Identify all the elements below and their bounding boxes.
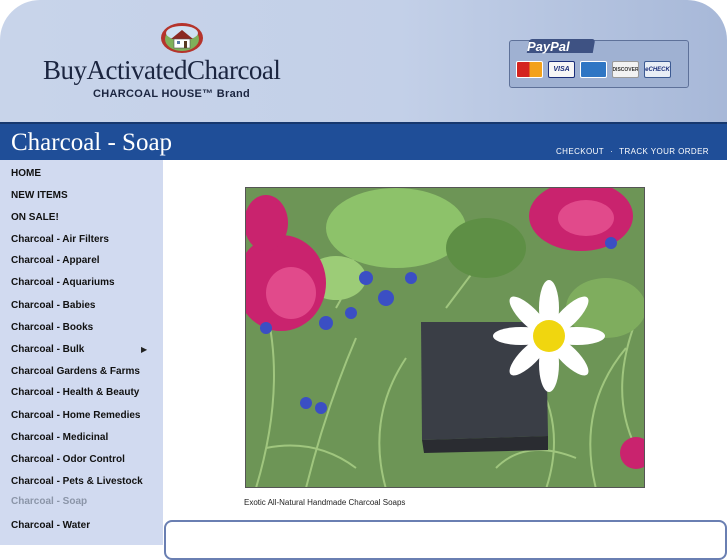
nav-item-pets-livestock[interactable]: Charcoal - Pets & Livestock bbox=[11, 476, 143, 487]
brand-name[interactable]: BuyActivatedCharcoal bbox=[43, 55, 281, 86]
nav-item-water[interactable]: Charcoal - Water bbox=[11, 520, 90, 531]
nav-item-medicinal[interactable]: Charcoal - Medicinal bbox=[11, 432, 108, 443]
nav-item-air-filters[interactable]: Charcoal - Air Filters bbox=[11, 234, 109, 245]
brand-subtitle: CHARCOAL HOUSE™ Brand bbox=[93, 88, 251, 100]
nav-item-books[interactable]: Charcoal - Books bbox=[11, 322, 93, 333]
checkout-link[interactable]: CHECKOUT bbox=[556, 147, 604, 156]
content-panel bbox=[164, 520, 727, 560]
nav-item-odor-control[interactable]: Charcoal - Odor Control bbox=[11, 454, 125, 465]
nav-item-aquariums[interactable]: Charcoal - Aquariums bbox=[11, 277, 115, 288]
nav-item-soap[interactable]: Charcoal - Soap bbox=[11, 496, 87, 507]
page-title: Charcoal - Soap bbox=[11, 129, 173, 156]
nav-item-home-remedies[interactable]: Charcoal - Home Remedies bbox=[11, 410, 141, 421]
link-separator: · bbox=[610, 147, 614, 156]
amex-icon bbox=[580, 61, 607, 78]
nav-item-babies[interactable]: Charcoal - Babies bbox=[11, 300, 95, 311]
nav-item-on-sale[interactable]: ON SALE! bbox=[11, 212, 59, 223]
soap-flowers-image bbox=[246, 188, 644, 487]
site-header: BuyActivatedCharcoal CHARCOAL HOUSE™ Bra… bbox=[0, 0, 727, 122]
echeck-icon: eCHECK bbox=[644, 61, 671, 78]
visa-icon: VISA bbox=[548, 61, 575, 78]
track-order-link[interactable]: TRACK YOUR ORDER bbox=[619, 147, 709, 156]
discover-icon: DISCOVER bbox=[612, 61, 639, 78]
submenu-arrow-icon[interactable]: ▶ bbox=[141, 345, 147, 354]
nav-item-home[interactable]: HOME bbox=[11, 168, 41, 179]
paypal-badge: PayPal VISA DISCOVER eCHECK bbox=[509, 39, 689, 88]
payment-cards: VISA DISCOVER eCHECK bbox=[516, 61, 671, 78]
house-logo-icon[interactable] bbox=[160, 22, 204, 54]
nav-item-new-items[interactable]: NEW ITEMS bbox=[11, 190, 68, 201]
product-photo bbox=[245, 187, 645, 488]
nav-item-health-beauty[interactable]: Charcoal - Health & Beauty bbox=[11, 387, 139, 398]
paypal-label: PayPal bbox=[527, 39, 570, 54]
top-links: CHECKOUT · TRACK YOUR ORDER bbox=[556, 147, 709, 156]
nav-item-apparel[interactable]: Charcoal - Apparel bbox=[11, 255, 100, 266]
nav-item-gardens-farms[interactable]: Charcoal Gardens & Farms bbox=[11, 366, 140, 377]
title-bar: Charcoal - Soap CHECKOUT · TRACK YOUR ORDE… bbox=[0, 122, 727, 160]
nav-item-bulk[interactable]: Charcoal - Bulk bbox=[11, 344, 84, 355]
photo-caption: Exotic All-Natural Handmade Charcoal Soa… bbox=[244, 498, 406, 507]
mastercard-icon bbox=[516, 61, 543, 78]
